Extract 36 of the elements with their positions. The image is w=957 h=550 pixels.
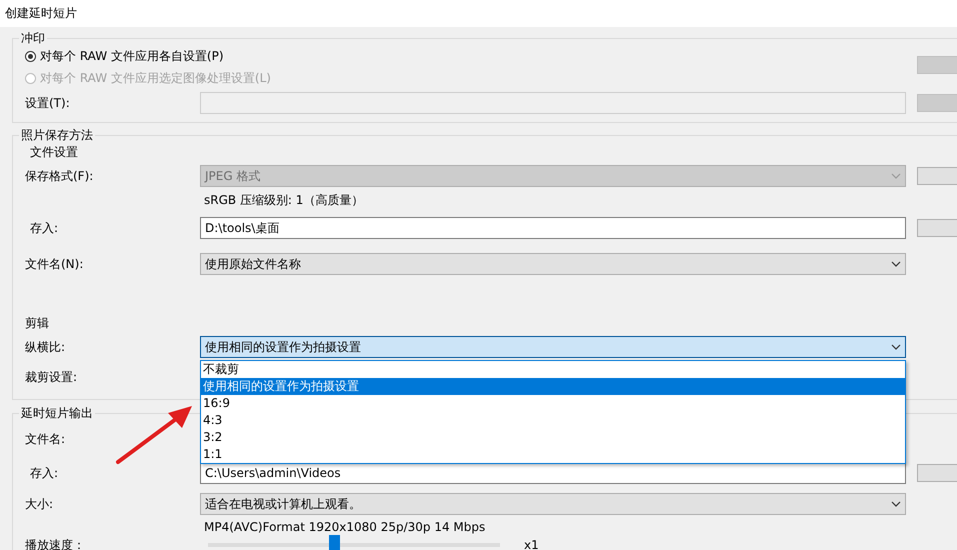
size-dropdown[interactable]: 适合在电视或计算机上观看。 <box>200 493 906 515</box>
group-title: 延时短片输出 <box>20 406 94 420</box>
field-label: 纵横比: <box>25 338 66 356</box>
section-heading: 剪辑 <box>25 315 49 332</box>
list-option[interactable]: 使用相同的设置作为拍摄设置 <box>201 378 905 395</box>
field-label: 文件名: <box>25 430 66 448</box>
group-title: 冲印 <box>20 31 46 45</box>
section-heading: 文件设置 <box>30 144 78 160</box>
chevron-down-icon <box>891 261 901 267</box>
chevron-down-icon <box>891 344 901 350</box>
slider-reading: x1 <box>524 538 539 550</box>
list-option[interactable]: 3:2 <box>201 429 905 446</box>
field-label: 设置(T): <box>25 94 71 112</box>
field-label: 存入: <box>29 220 60 236</box>
group-title: 照片保存方法 <box>20 128 94 142</box>
field-label: 大小: <box>25 496 54 512</box>
field-label: 播放速度： <box>25 536 86 550</box>
format-note: sRGB 压缩级别: 1（高质量） <box>203 192 364 208</box>
folder-field[interactable]: D:\tools\桌面 <box>200 217 906 239</box>
list-option[interactable]: 4:3 <box>201 412 905 429</box>
field-label: 文件名(N): <box>25 256 84 272</box>
format-note: MP4(AVC)Format 1920x1080 25p/30p 14 Mbps <box>203 520 486 534</box>
filename-dropdown[interactable]: 使用原始文件名称 <box>200 253 906 275</box>
field-label: 存入: <box>29 464 60 482</box>
field-label: 裁剪设置: <box>25 368 78 386</box>
chevron-down-icon <box>891 501 901 507</box>
radio-option[interactable]: 对每个 RAW 文件应用各自设置(P) <box>25 48 224 64</box>
chevron-down-icon <box>891 173 901 179</box>
list-option[interactable]: 不裁剪 <box>201 361 905 378</box>
slider-thumb[interactable] <box>328 535 340 550</box>
window-title: 创建延时短片 <box>0 0 957 27</box>
list-option[interactable]: 1:1 <box>201 446 905 463</box>
field-label: 保存格式(F): <box>25 168 94 184</box>
list-option[interactable]: 16:9 <box>201 395 905 412</box>
folder-field[interactable]: C:\Users\admin\Videos <box>200 462 906 484</box>
aspect-dropdown[interactable]: 使用相同的设置作为拍摄设置 <box>200 336 906 358</box>
